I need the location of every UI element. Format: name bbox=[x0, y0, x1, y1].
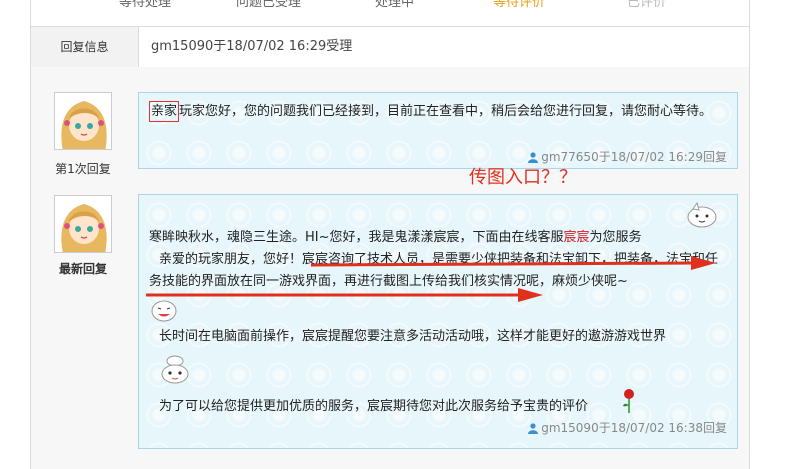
reply-2-line-1b: 为您服务 bbox=[589, 230, 642, 245]
user-icon bbox=[528, 423, 539, 434]
reply-2-meta: gm15090于18/07/02 16:38回复 bbox=[527, 419, 727, 436]
reply-thread: 第1次回复 亲家 玩家您好，您的问题我们已经接到，目前正在查看中，稍后会给您进行回… bbox=[30, 67, 750, 469]
reply-2-line-3: 长时间在电脑面前操作，宸宸提醒您要注意多活动活动哦，这样才能更好的遨游游戏世界 bbox=[159, 329, 667, 344]
gm-avatar bbox=[54, 92, 112, 150]
reply-2-meta-text: gm15090于18/07/02 16:38回复 bbox=[541, 421, 727, 435]
gm-avatar-latest bbox=[54, 195, 112, 253]
tab-processing[interactable]: 处理中 bbox=[375, 0, 414, 10]
red-arrow-icon bbox=[146, 288, 543, 302]
red-arrow-icon bbox=[311, 256, 716, 270]
reply-info-label: 回复信息 bbox=[31, 27, 139, 67]
tab-rated[interactable]: 已评价 bbox=[627, 0, 666, 10]
reply-2-line-1: 寒眸映秋水，魂隐三生途。HI~您好，我是鬼漾漾宸宸，下面由在线客服宸宸为您服务 bbox=[149, 227, 709, 249]
status-tabs: 等待处理 问题已受理 处理中 等待评价 已评价 bbox=[30, 0, 750, 26]
rose-icon bbox=[623, 389, 634, 413]
reply-info-row: 回复信息 gm15090于18/07/02 16:29受理 bbox=[30, 26, 750, 68]
user-icon bbox=[528, 152, 539, 163]
girl-avatar-icon bbox=[55, 196, 111, 252]
reply-1-caption: 第1次回复 bbox=[55, 162, 111, 176]
reply-1-meta-text: gm77650于18/07/02 16:29回复 bbox=[541, 150, 727, 164]
ghost-sticker-icon bbox=[687, 201, 717, 228]
reply-2-caption: 最新回复 bbox=[58, 262, 107, 276]
tab-awaiting-rating[interactable]: 等待评价 bbox=[493, 0, 545, 10]
tab-accepted[interactable]: 问题已受理 bbox=[236, 0, 301, 10]
tab-pending[interactable]: 等待处理 bbox=[119, 0, 171, 10]
reply-1-text: 亲家 玩家您好，您的问题我们已经接到，目前正在查看中，稍后会给您进行回复，请您耐心… bbox=[149, 101, 734, 123]
reply-1-bubble: 亲家 玩家您好，您的问题我们已经接到，目前正在查看中，稍后会给您进行回复，请您耐心… bbox=[138, 92, 738, 169]
chef-sticker-icon bbox=[161, 355, 189, 384]
reply-2-line-1a: 寒眸映秋水，魂隐三生途。HI~您好，我是鬼漾漾宸宸，下面由在线客服 bbox=[149, 230, 564, 245]
reply-2-bubble: 寒眸映秋水，魂隐三生途。HI~您好，我是鬼漾漾宸宸，下面由在线客服宸宸为您服务 … bbox=[138, 194, 738, 449]
upload-entry-annotation: 传图入口？？ bbox=[469, 167, 577, 188]
agent-name: 宸宸 bbox=[563, 230, 590, 245]
girl-avatar-icon bbox=[55, 93, 111, 149]
greeting-highlight-box: 亲家 bbox=[149, 101, 180, 122]
reply-1-body: 玩家您好，您的问题我们已经接到，目前正在查看中，稍后会给您进行回复，请您耐心等待… bbox=[179, 104, 713, 119]
reply-info-value: gm15090于18/07/02 16:29受理 bbox=[151, 39, 353, 54]
